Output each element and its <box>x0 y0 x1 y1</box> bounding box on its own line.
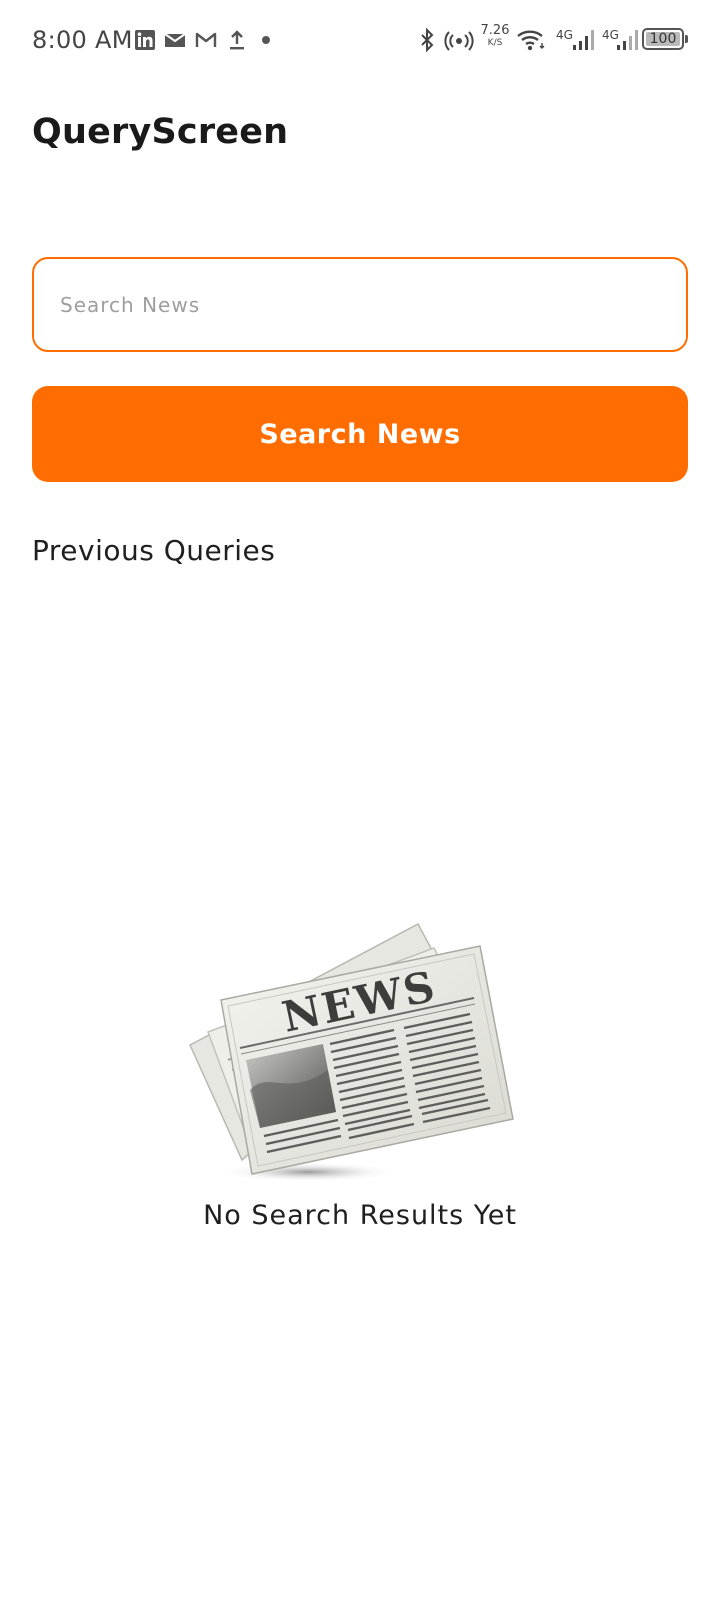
newspaper-illustration: NEWS <box>188 920 532 1202</box>
search-input[interactable] <box>32 257 688 352</box>
page-title: QueryScreen <box>32 112 289 152</box>
previous-queries-heading: Previous Queries <box>32 534 276 567</box>
empty-state-message: No Search Results Yet <box>203 1200 517 1231</box>
search-news-button[interactable]: Search News <box>32 386 688 482</box>
battery-icon: 100 <box>642 28 688 50</box>
battery-level: 100 <box>646 32 680 46</box>
signal-icon <box>614 26 640 54</box>
gmail-icon <box>195 26 217 54</box>
bluetooth-icon <box>418 26 436 54</box>
net-speed-unit: K/S <box>487 38 503 48</box>
status-time: 8:00 AM <box>32 26 133 54</box>
signal-icon <box>570 26 596 54</box>
hotspot-icon <box>444 26 474 54</box>
wifi-icon <box>516 26 546 54</box>
status-bar: 8:00 AM 7.26 K/S 4G 4G 100 <box>0 0 720 80</box>
upload-icon <box>228 26 246 54</box>
linkedin-icon <box>134 26 156 54</box>
net-speed: 7.26 K/S <box>478 24 512 48</box>
net-speed-value: 7.26 <box>480 23 510 38</box>
dot-icon <box>260 26 272 54</box>
gmail-icon <box>164 26 186 54</box>
